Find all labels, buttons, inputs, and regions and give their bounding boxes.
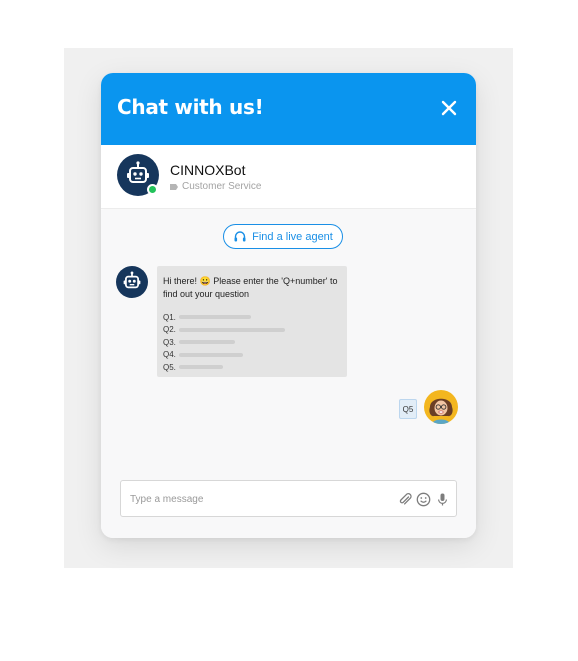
question-placeholder-line [179, 327, 285, 332]
bot-message-avatar [116, 266, 148, 298]
headset-icon [234, 230, 246, 241]
close-icon [441, 100, 457, 116]
agent-name: CINNOXBot [170, 162, 246, 178]
message-composer [120, 480, 457, 517]
question-placeholder-line [179, 315, 251, 320]
question-placeholder-line [179, 340, 235, 345]
user-portrait-icon [424, 390, 458, 424]
question-label: Q5. [163, 362, 176, 372]
find-live-agent-button[interactable]: Find a live agent [223, 224, 343, 249]
question-item: Q5. [163, 361, 341, 374]
bot-message-bubble: Hi there! 😀 Please enter the 'Q+number' … [157, 266, 347, 377]
question-label: Q2. [163, 325, 176, 335]
agent-info-bar: CINNOXBot Customer Service [101, 145, 476, 209]
find-live-agent-label: Find a live agent [252, 230, 333, 243]
emoji-icon[interactable] [416, 492, 431, 507]
robot-icon [123, 271, 141, 289]
message-list: Find a live agent Hi there! 😀 Please ent… [101, 210, 476, 470]
microphone-icon[interactable] [435, 492, 450, 507]
question-label: Q1. [163, 312, 176, 322]
question-item: Q3. [163, 336, 341, 349]
question-list: Q1. Q2. Q3. Q4. Q5. [163, 311, 341, 374]
question-item: Q4. [163, 349, 341, 362]
question-label: Q3. [163, 337, 176, 347]
composer-area [101, 470, 476, 538]
agent-role: Customer Service [170, 181, 261, 192]
bot-greeting-text: Hi there! 😀 Please enter the 'Q+number' … [163, 276, 338, 299]
tag-icon [170, 183, 178, 190]
chat-widget: Chat with us! CINNOXBot Customer Service… [101, 73, 476, 538]
attachment-icon[interactable] [398, 492, 413, 507]
question-item: Q2. [163, 324, 341, 337]
chat-header: Chat with us! [101, 73, 476, 145]
user-message-bubble: Q5 [399, 399, 417, 419]
question-placeholder-line [179, 352, 243, 357]
close-button[interactable] [436, 95, 462, 121]
question-item: Q1. [163, 311, 341, 324]
question-label: Q4. [163, 350, 176, 360]
chat-title: Chat with us! [117, 95, 264, 119]
question-placeholder-line [179, 365, 223, 370]
online-status-dot [147, 184, 158, 195]
user-avatar [424, 390, 458, 424]
agent-role-label: Customer Service [182, 181, 262, 192]
message-input[interactable] [130, 490, 380, 508]
